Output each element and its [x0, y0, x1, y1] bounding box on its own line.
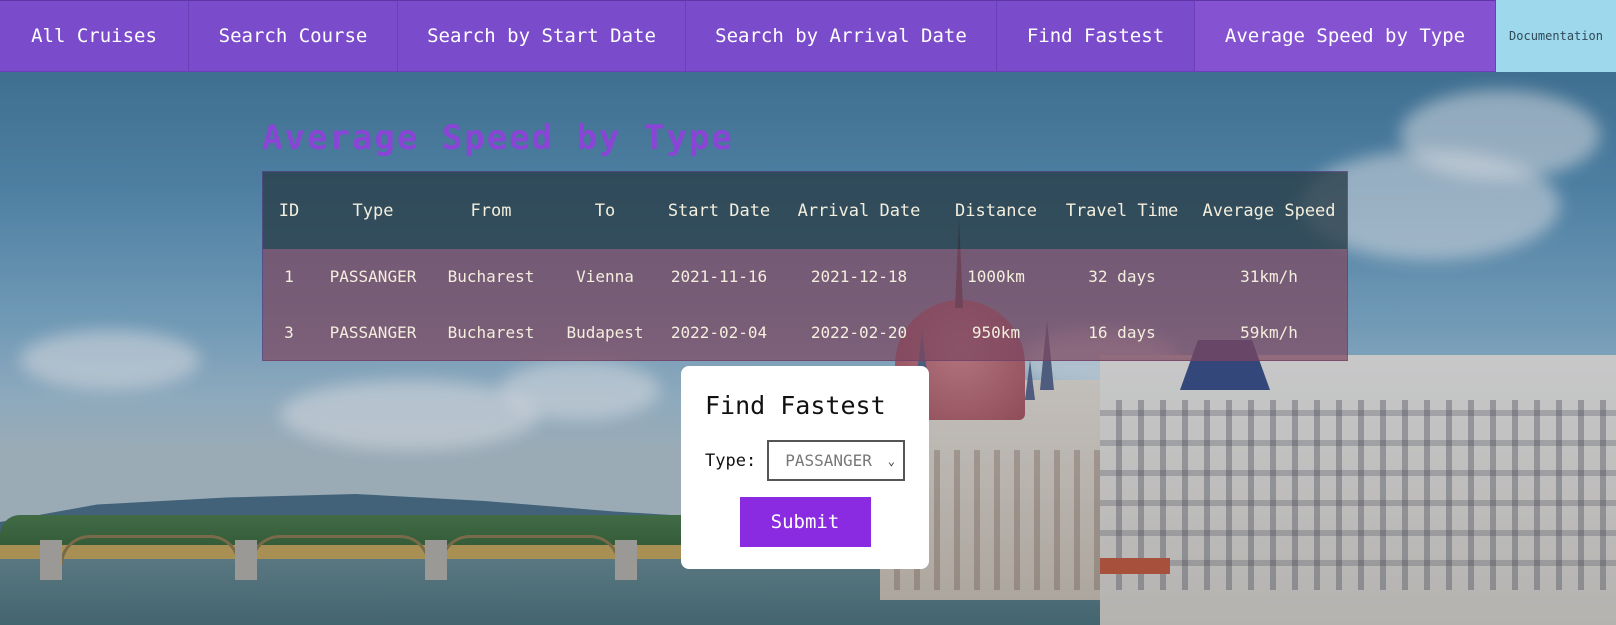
cell-to: Budapest	[566, 323, 644, 342]
cell-start-date: 2022-02-04	[670, 323, 768, 342]
submit-button[interactable]: Submit	[739, 497, 871, 547]
cell-average-speed: 31km/h	[1240, 267, 1298, 286]
type-select-value: PASSANGER	[785, 451, 872, 470]
header-type: Type	[352, 200, 394, 221]
nav-all-cruises[interactable]: All Cruises	[0, 0, 189, 72]
header-travel-time: Travel Time	[1065, 200, 1179, 221]
nav-search-course[interactable]: Search Course	[189, 0, 398, 72]
cell-type: PASSANGER	[329, 267, 417, 286]
nav-documentation[interactable]: Documentation	[1496, 0, 1616, 72]
table-row: 3 PASSANGER Bucharest Budapest 2022-02-0…	[263, 305, 1347, 361]
page-title: Average Speed by Type	[262, 118, 734, 158]
table-header-row: ID Type From To Start Date Arrival Date …	[263, 172, 1347, 249]
header-arrival-date: Arrival Date	[797, 200, 921, 221]
form-title: Find Fastest	[705, 391, 886, 420]
cell-travel-time: 16 days	[1088, 323, 1156, 342]
cell-type: PASSANGER	[329, 323, 417, 342]
cell-arrival-date: 2021-12-18	[810, 267, 908, 286]
header-from: From	[470, 200, 512, 221]
cell-id: 1	[284, 267, 294, 286]
results-table: ID Type From To Start Date Arrival Date …	[262, 171, 1348, 361]
cell-id: 3	[284, 323, 294, 342]
cell-arrival-date: 2022-02-20	[810, 323, 908, 342]
chevron-down-icon: ⌄	[887, 453, 895, 468]
top-nav: All Cruises Search Course Search by Star…	[0, 0, 1616, 72]
header-to: To	[594, 200, 616, 221]
cell-average-speed: 59km/h	[1240, 323, 1298, 342]
nav-search-by-start-date[interactable]: Search by Start Date	[398, 0, 686, 72]
type-select[interactable]: PASSANGER ⌄	[767, 440, 905, 481]
cell-from: Bucharest	[447, 267, 535, 286]
cell-start-date: 2021-11-16	[670, 267, 768, 286]
header-average-speed: Average Speed	[1202, 200, 1336, 221]
cell-from: Bucharest	[447, 323, 535, 342]
type-label: Type:	[705, 450, 757, 471]
cell-travel-time: 32 days	[1088, 267, 1156, 286]
cell-distance: 1000km	[967, 267, 1025, 286]
find-fastest-form: Find Fastest Type: PASSANGER ⌄ Submit	[681, 366, 929, 569]
cell-distance: 950km	[971, 323, 1021, 342]
header-distance: Distance	[955, 200, 1037, 221]
table-row: 1 PASSANGER Bucharest Vienna 2021-11-16 …	[263, 249, 1347, 305]
header-start-date: Start Date	[667, 200, 771, 221]
nav-search-by-arrival-date[interactable]: Search by Arrival Date	[686, 0, 997, 72]
cell-to: Vienna	[576, 267, 634, 286]
header-id: ID	[278, 200, 300, 221]
nav-find-fastest[interactable]: Find Fastest	[997, 0, 1195, 72]
nav-average-speed-by-type[interactable]: Average Speed by Type	[1195, 0, 1496, 72]
